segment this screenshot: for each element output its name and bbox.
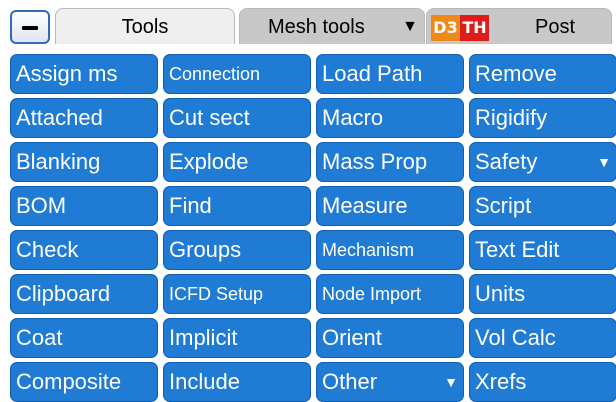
mass-prop-button[interactable]: Mass Prop — [316, 142, 464, 182]
icfd-setup-button[interactable]: ICFD Setup — [163, 274, 311, 314]
tab-tools-label: Tools — [121, 16, 169, 38]
include-label: Include — [169, 369, 240, 394]
text-edit-label: Text Edit — [475, 237, 560, 262]
orient-button[interactable]: Orient — [316, 318, 464, 358]
attached-button[interactable]: Attached — [10, 98, 158, 138]
rigidify-button[interactable]: Rigidify — [469, 98, 616, 138]
macro-label: Macro — [322, 105, 384, 130]
d3-logo-icon: D3 — [431, 15, 460, 41]
tab-post-label: Post — [535, 16, 576, 38]
include-button[interactable]: Include — [163, 362, 311, 402]
rigidify-label: Rigidify — [475, 105, 548, 130]
clipboard-label: Clipboard — [16, 281, 111, 306]
mechanism-label: Mechanism — [322, 240, 415, 260]
check-label: Check — [16, 237, 79, 262]
implicit-label: Implicit — [169, 325, 238, 350]
load-path-label: Load Path — [322, 61, 423, 86]
safety-label: Safety — [475, 149, 538, 174]
tools-button-grid: Assign ms Connection Load Path Remove Attach… — [10, 54, 616, 402]
units-button[interactable]: Units — [469, 274, 616, 314]
tab-post[interactable]: D3 TH Post — [426, 8, 612, 44]
node-import-label: Node Import — [322, 284, 422, 304]
remove-label: Remove — [475, 61, 557, 86]
measure-label: Measure — [322, 193, 408, 218]
xrefs-label: Xrefs — [475, 369, 527, 394]
cut-sect-button[interactable]: Cut sect — [163, 98, 311, 138]
assign-ms-button[interactable]: Assign ms — [10, 54, 158, 94]
tab-mesh-tools-label: Mesh tools — [268, 16, 365, 38]
orient-label: Orient — [322, 325, 382, 350]
coat-label: Coat — [16, 325, 63, 350]
blanking-button[interactable]: Blanking — [10, 142, 158, 182]
other-button[interactable]: Other ▼ — [316, 362, 464, 402]
bom-label: BOM — [16, 193, 67, 218]
vol-calc-label: Vol Calc — [475, 325, 556, 350]
connection-button[interactable]: Connection — [163, 54, 311, 94]
composite-label: Composite — [16, 369, 122, 394]
icfd-setup-label: ICFD Setup — [169, 284, 264, 304]
mechanism-button[interactable]: Mechanism — [316, 230, 464, 270]
macro-button[interactable]: Macro — [316, 98, 464, 138]
attached-label: Attached — [16, 105, 103, 130]
chevron-down-icon: ▼ — [597, 154, 611, 170]
mass-prop-label: Mass Prop — [322, 149, 428, 174]
text-edit-button[interactable]: Text Edit — [469, 230, 616, 270]
check-button[interactable]: Check — [10, 230, 158, 270]
tab-bar: Tools Mesh tools ▼ D3 TH Post — [6, 6, 612, 46]
clipboard-button[interactable]: Clipboard — [10, 274, 158, 314]
implicit-button[interactable]: Implicit — [163, 318, 311, 358]
d3th-logo: D3 TH — [431, 15, 489, 41]
vol-calc-button[interactable]: Vol Calc — [469, 318, 616, 358]
xrefs-button[interactable]: Xrefs — [469, 362, 616, 402]
measure-button[interactable]: Measure — [316, 186, 464, 226]
th-logo-icon: TH — [460, 15, 489, 41]
blanking-label: Blanking — [16, 149, 101, 174]
script-button[interactable]: Script — [469, 186, 616, 226]
units-label: Units — [475, 281, 526, 306]
tab-mesh-tools[interactable]: Mesh tools ▼ — [239, 8, 425, 44]
safety-button[interactable]: Safety ▼ — [469, 142, 616, 182]
cut-sect-label: Cut sect — [169, 105, 250, 130]
load-path-button[interactable]: Load Path — [316, 54, 464, 94]
tab-tools[interactable]: Tools — [55, 8, 235, 44]
script-label: Script — [475, 193, 532, 218]
explode-button[interactable]: Explode — [163, 142, 311, 182]
chevron-down-icon: ▼ — [402, 18, 418, 35]
other-label: Other — [322, 369, 378, 394]
explode-label: Explode — [169, 149, 249, 174]
chevron-down-icon: ▼ — [444, 374, 458, 390]
node-import-button[interactable]: Node Import — [316, 274, 464, 314]
coat-button[interactable]: Coat — [10, 318, 158, 358]
assign-ms-label: Assign ms — [16, 61, 118, 86]
connection-label: Connection — [169, 64, 261, 84]
remove-button[interactable]: Remove — [469, 54, 616, 94]
groups-button[interactable]: Groups — [163, 230, 311, 270]
find-button[interactable]: Find — [163, 186, 311, 226]
bom-button[interactable]: BOM — [10, 186, 158, 226]
collapse-button[interactable] — [10, 10, 50, 44]
minus-icon — [22, 26, 38, 30]
find-label: Find — [169, 193, 212, 218]
composite-button[interactable]: Composite — [10, 362, 158, 402]
groups-label: Groups — [169, 237, 242, 262]
